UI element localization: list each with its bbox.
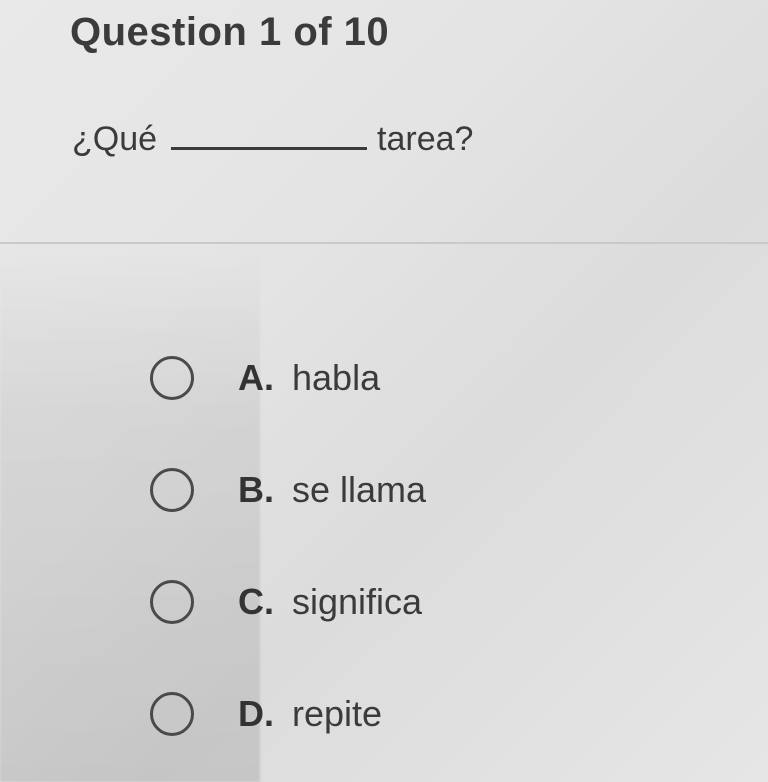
option-letter-d: D. (238, 693, 274, 734)
radio-button-a[interactable] (150, 356, 194, 400)
question-suffix: tarea? (377, 120, 474, 158)
question-counter: Question 1 of 10 (70, 10, 390, 54)
option-letter-c: C. (238, 581, 274, 622)
question-prefix: ¿Qué (72, 120, 158, 158)
option-text-d: repite (292, 693, 383, 734)
option-text-a: habla (292, 357, 381, 398)
option-letter-a: A. (238, 357, 274, 398)
option-text-c: significa (292, 581, 423, 622)
option-text-b: se llama (292, 469, 427, 510)
option-a[interactable]: A. habla (150, 322, 710, 434)
answer-blank (171, 121, 368, 150)
option-c[interactable]: C. significa (150, 546, 710, 658)
radio-button-b[interactable] (150, 468, 194, 512)
option-b[interactable]: B. se llama (150, 434, 710, 546)
option-letter-b: B. (238, 469, 274, 510)
radio-button-c[interactable] (150, 580, 194, 624)
divider (0, 242, 768, 244)
answer-options: A. habla B. se llama C. significa D. rep… (150, 322, 710, 770)
radio-button-d[interactable] (150, 692, 194, 736)
option-d[interactable]: D. repite (150, 658, 710, 770)
question-prompt: ¿Qué tarea? (72, 120, 473, 159)
